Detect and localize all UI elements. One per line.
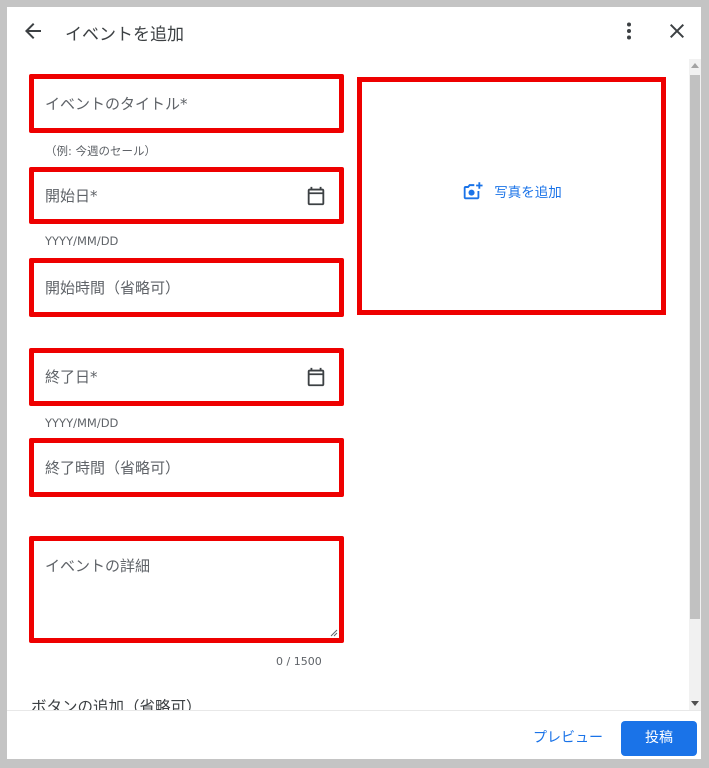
add-event-dialog: イベントを追加 （例: 今週のセール） YYYY/MM/DD xyxy=(7,7,701,759)
scroll-down-arrow-icon[interactable] xyxy=(691,701,699,706)
event-details-textarea[interactable] xyxy=(34,541,339,638)
form-scroll-area: （例: 今週のセール） YYYY/MM/DD YYYY/MM/DD xyxy=(7,59,701,710)
more-vert-icon xyxy=(627,22,631,40)
add-photo-label: 写真を追加 xyxy=(494,185,562,201)
dialog-title: イベントを追加 xyxy=(65,25,184,45)
end-date-helper: YYYY/MM/DD xyxy=(45,416,119,430)
start-date-helper: YYYY/MM/DD xyxy=(45,234,119,248)
dialog-header: イベントを追加 xyxy=(7,7,701,57)
add-photo-control[interactable]: 写真を追加 xyxy=(362,180,661,202)
start-time-input[interactable] xyxy=(34,263,339,312)
scrollbar-thumb[interactable] xyxy=(690,75,700,619)
end-time-input[interactable] xyxy=(34,443,339,492)
add-button-section-title: ボタンの追加（省略可） xyxy=(31,698,202,710)
end-date-input[interactable] xyxy=(34,353,339,401)
event-title-helper: （例: 今週のセール） xyxy=(45,144,157,158)
details-char-counter: 0 / 1500 xyxy=(276,655,322,668)
end-time-field[interactable] xyxy=(29,438,344,497)
arrow-back-icon xyxy=(25,23,41,39)
close-icon xyxy=(670,24,684,38)
post-button[interactable]: 投稿 xyxy=(621,721,697,756)
add-photo-area[interactable]: 写真を追加 xyxy=(357,77,666,315)
back-button[interactable] xyxy=(21,19,45,43)
add-photo-icon xyxy=(463,182,483,200)
more-options-button[interactable] xyxy=(617,19,641,43)
event-details-field[interactable] xyxy=(29,536,344,643)
scroll-up-arrow-icon[interactable] xyxy=(691,63,699,68)
resize-grip-icon[interactable] xyxy=(330,629,338,637)
preview-button[interactable]: プレビュー xyxy=(523,723,613,749)
event-title-field[interactable] xyxy=(29,74,344,133)
vertical-scrollbar[interactable] xyxy=(689,59,701,710)
start-time-field[interactable] xyxy=(29,258,344,317)
start-date-field[interactable] xyxy=(29,167,344,224)
start-date-input[interactable] xyxy=(34,172,339,219)
close-button[interactable] xyxy=(665,19,689,43)
calendar-icon[interactable] xyxy=(305,366,327,388)
dialog-footer: プレビュー 投稿 xyxy=(7,710,701,759)
event-title-input[interactable] xyxy=(34,79,339,128)
calendar-icon[interactable] xyxy=(305,185,327,207)
end-date-field[interactable] xyxy=(29,348,344,406)
